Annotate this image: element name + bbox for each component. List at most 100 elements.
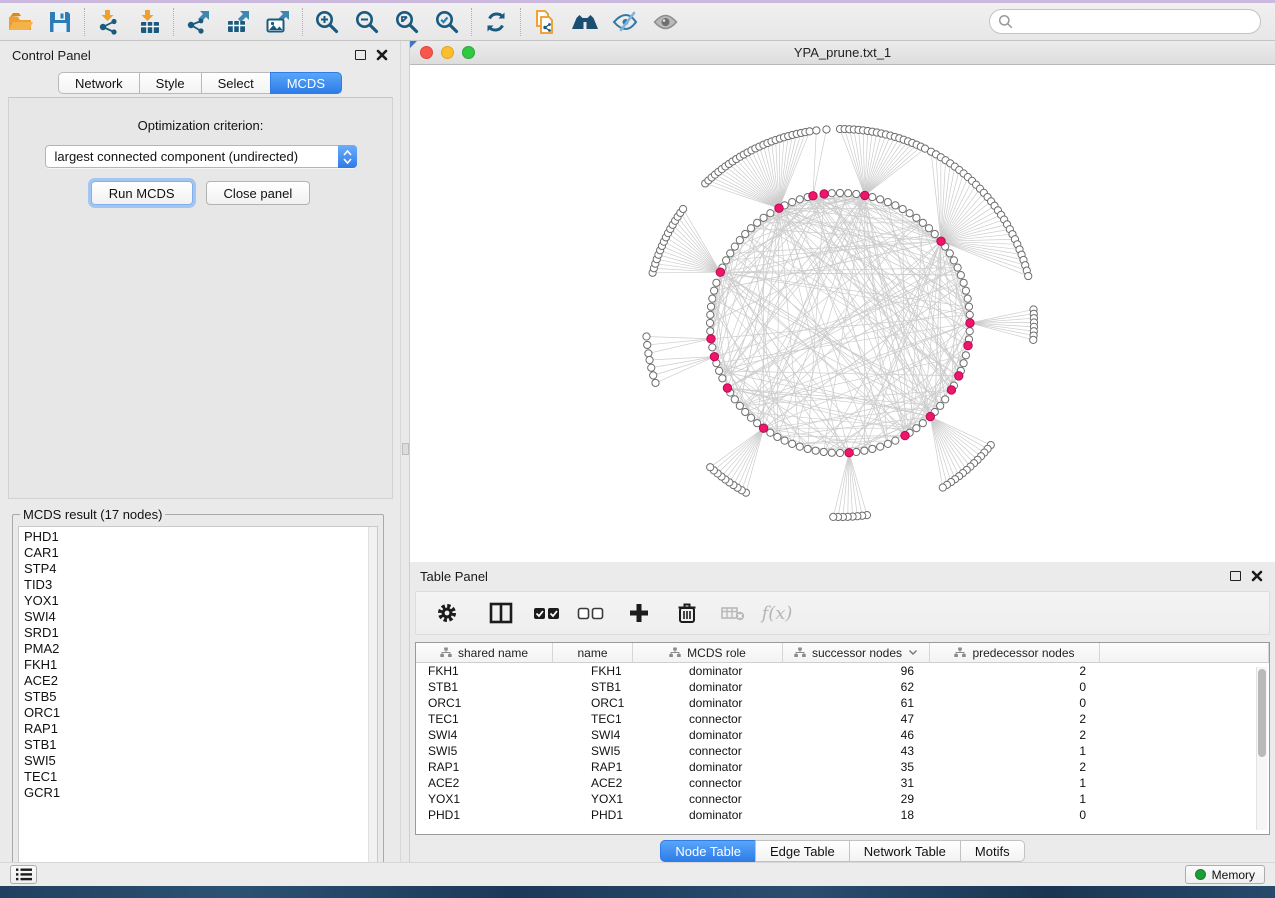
table-row[interactable]: ORC1ORC1dominator610	[416, 695, 1269, 711]
mcds-result-item[interactable]: SWI5	[24, 753, 377, 769]
float-panel-button[interactable]	[355, 50, 366, 60]
toolbar-separator	[302, 8, 303, 36]
first-neighbors-button[interactable]	[565, 5, 605, 39]
mcds-result-item[interactable]: SRD1	[24, 625, 377, 641]
cell: 2	[930, 711, 1100, 727]
export-network-button[interactable]	[178, 5, 218, 39]
zoom-in-button[interactable]	[307, 5, 347, 39]
table-row[interactable]: PHD1PHD1dominator180	[416, 807, 1269, 823]
mcds-result-item[interactable]: CAR1	[24, 545, 377, 561]
tab-mcds[interactable]: MCDS	[270, 72, 342, 94]
mcds-result-item[interactable]: STB1	[24, 737, 377, 753]
apply-function-button[interactable]: f(x)	[758, 595, 796, 631]
import-table-button[interactable]	[129, 5, 169, 39]
mcds-result-item[interactable]: FKH1	[24, 657, 377, 673]
mcds-result-item[interactable]: GCR1	[24, 785, 377, 801]
cell: 0	[930, 695, 1100, 711]
select-all-columns-button[interactable]	[528, 595, 566, 631]
list-scrollbar[interactable]	[368, 527, 377, 871]
task-history-button[interactable]	[10, 865, 37, 884]
column-header-successor-nodes[interactable]: successor nodes	[783, 643, 930, 662]
mcds-result-item[interactable]: RAP1	[24, 721, 377, 737]
vertical-splitter[interactable]	[400, 41, 410, 862]
tab-select[interactable]: Select	[201, 72, 270, 94]
cell: 0	[930, 679, 1100, 695]
column-header-name[interactable]: name	[553, 643, 633, 662]
mcds-result-item[interactable]: ACE2	[24, 673, 377, 689]
delete-table-button[interactable]	[714, 595, 752, 631]
column-header-MCDS-role[interactable]: MCDS role	[633, 643, 783, 662]
network-title-bar[interactable]: YPA_prune.txt_1	[410, 41, 1275, 65]
table-row[interactable]: YOX1YOX1connector291	[416, 791, 1269, 807]
run-mcds-button[interactable]: Run MCDS	[91, 181, 193, 205]
refresh-button[interactable]	[476, 5, 516, 39]
mcds-result-item[interactable]: STB5	[24, 689, 377, 705]
memory-button[interactable]: Memory	[1185, 865, 1265, 884]
table-row[interactable]: RAP1RAP1dominator352	[416, 759, 1269, 775]
column-label: name	[577, 646, 607, 660]
tab-node-table[interactable]: Node Table	[660, 840, 755, 862]
tab-style[interactable]: Style	[139, 72, 201, 94]
zoom-selected-icon	[434, 9, 460, 35]
cell: RAP1	[416, 759, 553, 775]
cell: dominator	[633, 663, 783, 679]
export-table-button[interactable]	[218, 5, 258, 39]
tab-network[interactable]: Network	[58, 72, 139, 94]
add-column-button[interactable]	[620, 595, 658, 631]
mcds-result-item[interactable]: PHD1	[24, 529, 377, 545]
mcds-result-item[interactable]: ORC1	[24, 705, 377, 721]
zoom-selected-button[interactable]	[427, 5, 467, 39]
deselect-all-columns-button[interactable]	[572, 595, 610, 631]
search-input[interactable]	[989, 9, 1261, 34]
table-options-button[interactable]	[428, 595, 466, 631]
cell: 46	[783, 727, 930, 743]
open-session-button[interactable]	[0, 5, 40, 39]
cell: 18	[783, 807, 930, 823]
table-row[interactable]: STB1STB1dominator620	[416, 679, 1269, 695]
mcds-result-item[interactable]: SWI4	[24, 609, 377, 625]
close-panel-button[interactable]	[376, 49, 388, 61]
criterion-select[interactable]: largest connected component (undirected)	[45, 145, 357, 168]
table-row[interactable]: FKH1FKH1dominator962	[416, 663, 1269, 679]
table-scrollbar[interactable]	[1256, 667, 1267, 830]
splitter-grip[interactable]	[402, 443, 409, 455]
hide-selected-button[interactable]	[605, 5, 645, 39]
table-row[interactable]: ACE2ACE2connector311	[416, 775, 1269, 791]
tab-edge-table[interactable]: Edge Table	[755, 840, 849, 862]
scrollbar-thumb[interactable]	[1258, 669, 1266, 757]
cell: 1	[930, 775, 1100, 791]
cell-filler	[1100, 679, 1269, 695]
toolbar-separator	[471, 8, 472, 36]
network-graph	[410, 65, 1275, 561]
import-network-button[interactable]	[89, 5, 129, 39]
network-canvas[interactable]	[410, 65, 1275, 561]
column-header-predecessor-nodes[interactable]: predecessor nodes	[930, 643, 1100, 662]
toolbar-separator	[173, 8, 174, 36]
cell-filler	[1100, 695, 1269, 711]
mcds-result-item[interactable]: TID3	[24, 577, 377, 593]
save-session-button[interactable]	[40, 5, 80, 39]
show-columns-button[interactable]	[482, 595, 520, 631]
float-table-panel-button[interactable]	[1230, 571, 1241, 581]
cell-filler	[1100, 807, 1269, 823]
column-header-shared-name[interactable]: shared name	[416, 643, 553, 662]
mcds-result-item[interactable]: TEC1	[24, 769, 377, 785]
mcds-result-item[interactable]: YOX1	[24, 593, 377, 609]
network-from-selection-button[interactable]	[525, 5, 565, 39]
table-row[interactable]: SWI4SWI4dominator462	[416, 727, 1269, 743]
close-mcds-panel-button[interactable]: Close panel	[206, 181, 311, 205]
tab-motifs[interactable]: Motifs	[960, 840, 1025, 862]
cell: 61	[783, 695, 930, 711]
zoom-fit-button[interactable]	[387, 5, 427, 39]
zoom-out-button[interactable]	[347, 5, 387, 39]
mcds-result-list[interactable]: PHD1CAR1STP4TID3YOX1SWI4SRD1PMA2FKH1ACE2…	[18, 526, 378, 872]
mcds-result-item[interactable]: PMA2	[24, 641, 377, 657]
delete-column-button[interactable]	[668, 595, 706, 631]
export-image-button[interactable]	[258, 5, 298, 39]
close-table-panel-button[interactable]	[1251, 570, 1263, 582]
table-row[interactable]: TEC1TEC1connector472	[416, 711, 1269, 727]
tab-network-table[interactable]: Network Table	[849, 840, 960, 862]
mcds-result-item[interactable]: STP4	[24, 561, 377, 577]
table-row[interactable]: SWI5SWI5connector431	[416, 743, 1269, 759]
show-all-button[interactable]	[645, 5, 685, 39]
